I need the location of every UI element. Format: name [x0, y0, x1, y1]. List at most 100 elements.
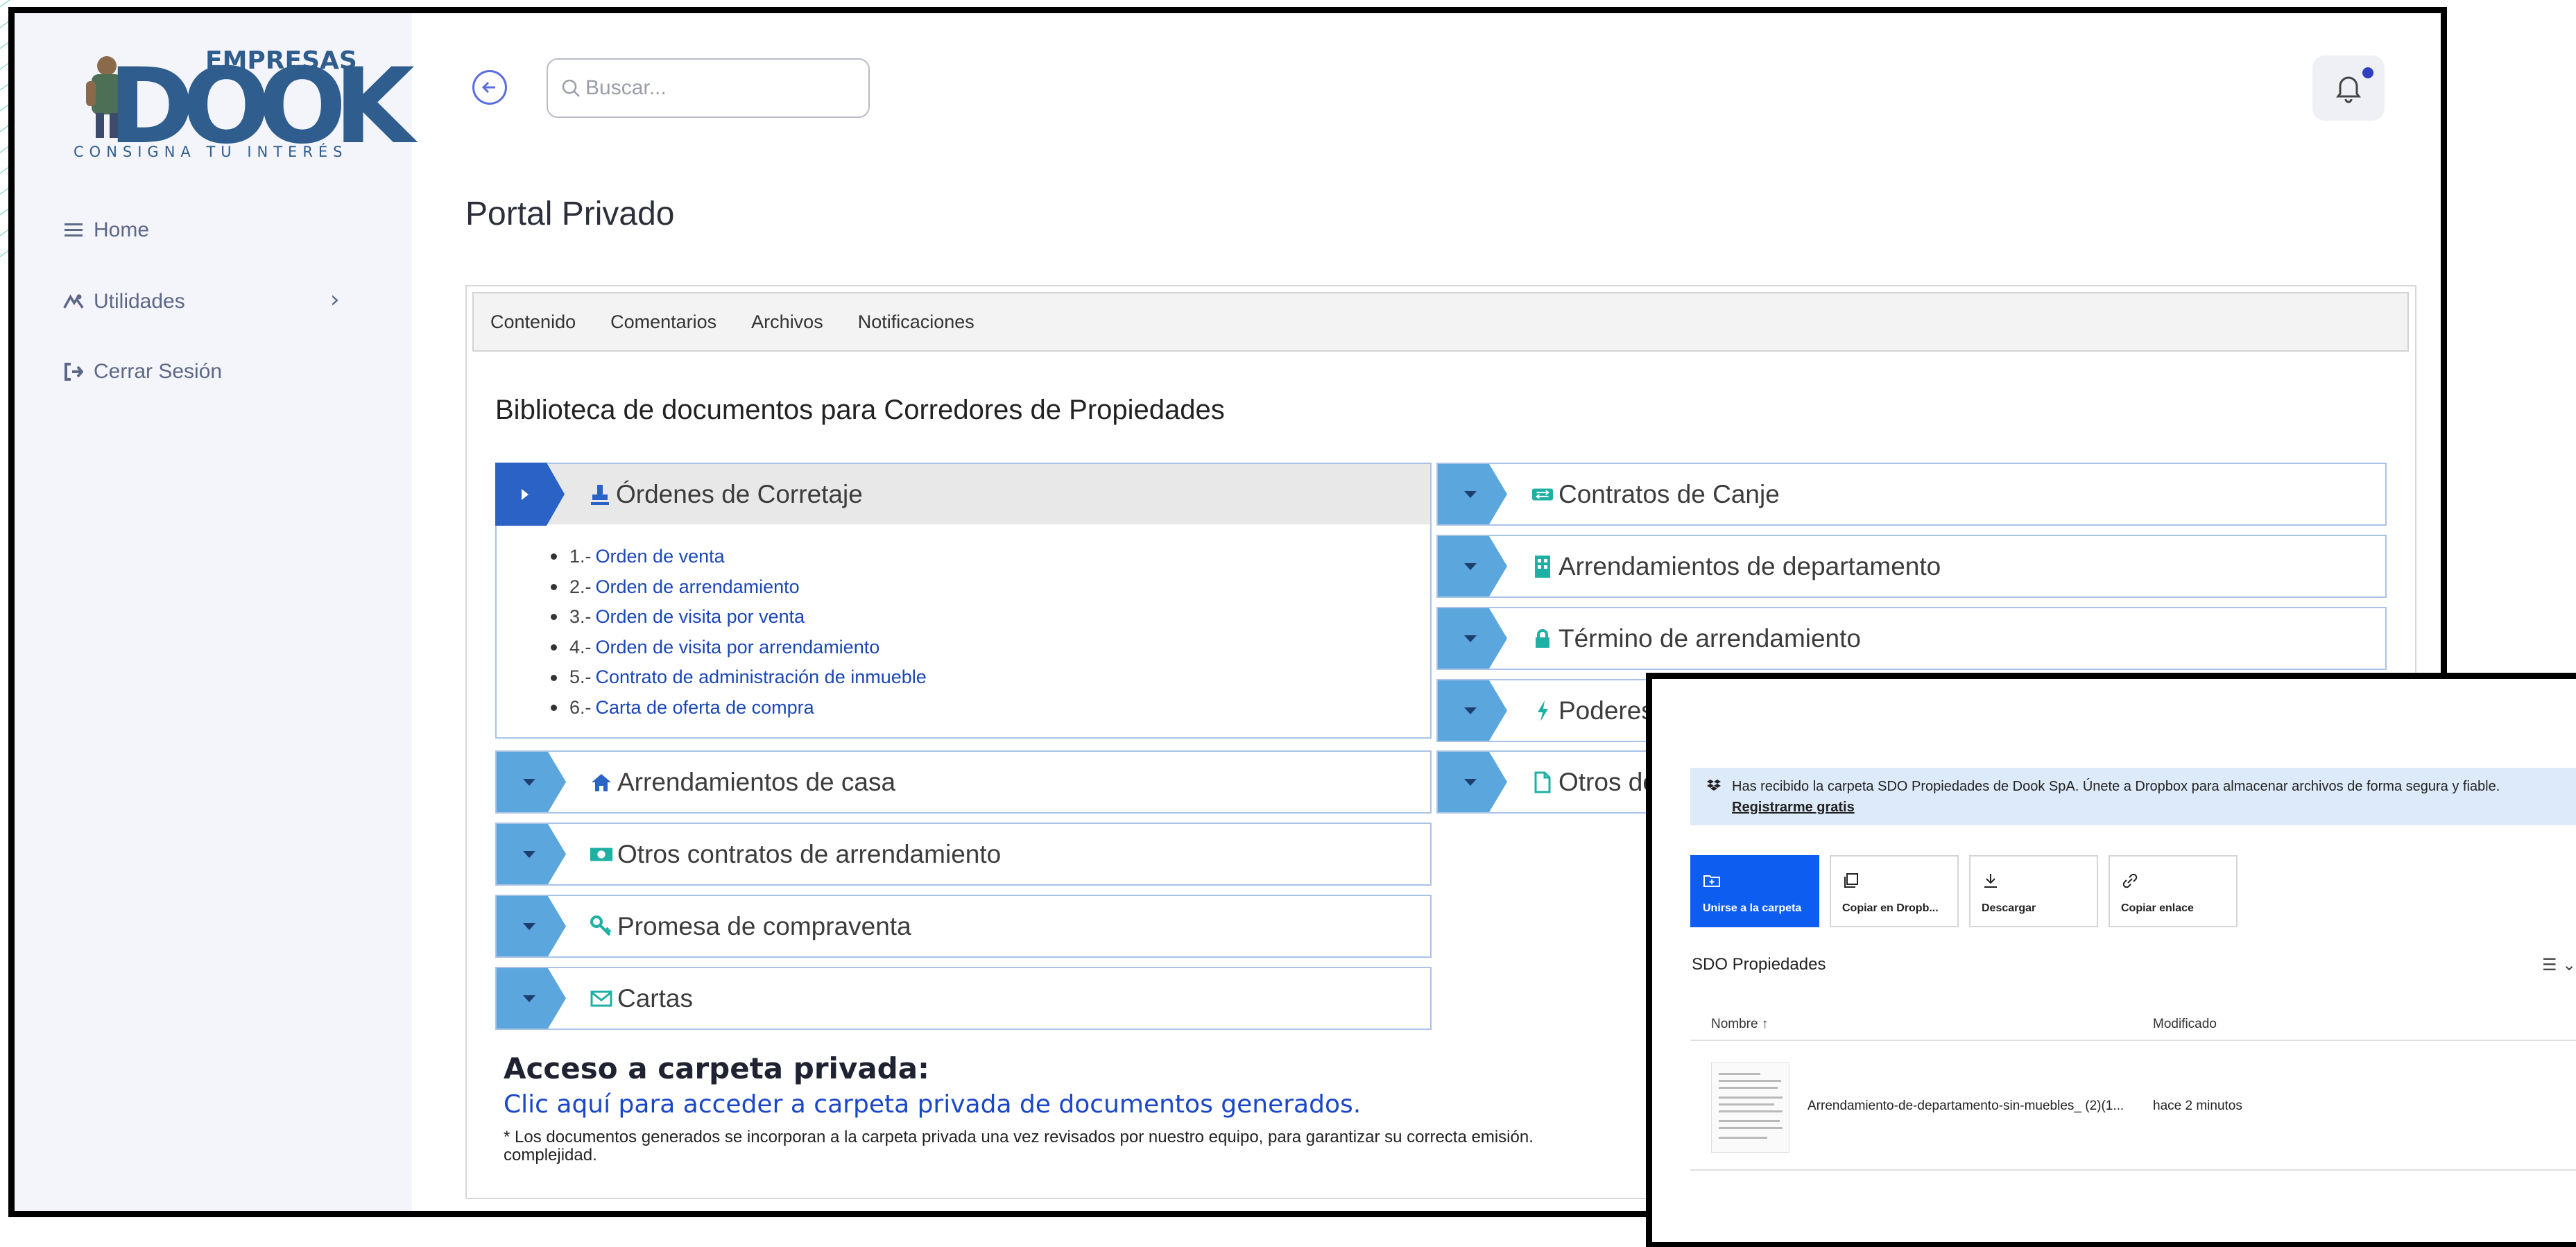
- caret-down-icon: [523, 778, 535, 786]
- divider: [1690, 1040, 2576, 1041]
- sidebar-item-home[interactable]: Home: [63, 218, 149, 242]
- envelope-icon: [590, 987, 613, 1011]
- tab-archivos[interactable]: Archivos: [751, 311, 823, 333]
- accordion-arrendamientos-departamento[interactable]: Arrendamientos de departamento: [1436, 535, 2387, 598]
- copy-link-button[interactable]: Copiar enlace: [2109, 855, 2238, 927]
- accordion-otros-contratos[interactable]: Otros contratos de arrendamiento: [495, 823, 1432, 886]
- folder-name: SDO Propiedades: [1692, 955, 1826, 974]
- list-item: 2.- Orden de arrendamiento: [551, 572, 927, 603]
- file-icon: [1531, 771, 1554, 794]
- accordion-toggle[interactable]: [1438, 680, 1507, 741]
- search-input[interactable]: [585, 76, 849, 100]
- lock-icon: [1531, 627, 1554, 651]
- file-name[interactable]: Arrendamiento-de-departamento-sin-mueble…: [1808, 1099, 2124, 1114]
- download-button[interactable]: Descargar: [1969, 855, 2098, 927]
- button-label: Copiar enlace: [2121, 902, 2194, 914]
- logo[interactable]: EMPRESAS DOOK CONSIGNA TU INTERÉS: [74, 40, 415, 178]
- back-button[interactable]: [472, 70, 507, 105]
- dropbox-banner: Has recibido la carpeta SDO Propiedades …: [1690, 768, 2576, 825]
- file-modified: hace 2 minutos: [2153, 1099, 2242, 1113]
- accordion-label: Arrendamientos de casa: [617, 767, 896, 796]
- list-item: 4.- Orden de visita por arrendamiento: [551, 633, 927, 663]
- list-item: 5.- Contrato de administración de inmuebl…: [551, 662, 927, 693]
- sidebar-item-label: Cerrar Sesión: [94, 360, 223, 383]
- notifications-button[interactable]: [2312, 55, 2385, 121]
- accordion-cartas[interactable]: Cartas: [495, 967, 1432, 1030]
- accordion-label: Contratos de Canje: [1559, 479, 1780, 508]
- button-label: Unirse a la carpeta: [1703, 902, 1802, 914]
- accordion-toggle[interactable]: [1438, 536, 1507, 596]
- accordion-label: Poderes: [1559, 696, 1654, 725]
- search-box[interactable]: [547, 58, 870, 118]
- link-icon: [2122, 873, 2138, 888]
- accordion-label: Otros do: [1559, 767, 1657, 796]
- tab-contenido[interactable]: Contenido: [490, 311, 576, 333]
- accordion-ordenes-corretaje[interactable]: Órdenes de Corretaje: [495, 463, 1432, 526]
- register-link[interactable]: Registrarme gratis: [1732, 800, 1855, 816]
- chevron-right-icon[interactable]: ›: [330, 286, 340, 313]
- accordion-toggle[interactable]: [1438, 752, 1507, 812]
- accordion-toggle[interactable]: [1438, 464, 1507, 524]
- caret-down-icon: [1464, 635, 1477, 642]
- document-link[interactable]: Contrato de administración de inmueble: [596, 662, 927, 693]
- accordion-toggle[interactable]: [1438, 608, 1507, 669]
- accordion-label: Otros contratos de arrendamiento: [617, 839, 1002, 868]
- document-link[interactable]: Orden de visita por venta: [596, 602, 805, 633]
- dropbox-window: Has recibido la carpeta SDO Propiedades …: [1646, 673, 2576, 1247]
- accordion-label: Promesa de compraventa: [617, 911, 911, 940]
- copy-to-dropbox-button[interactable]: Copiar en Dropb...: [1830, 855, 1959, 927]
- divider: [1690, 1169, 2576, 1171]
- caret-down-icon: [523, 995, 535, 1002]
- accordion-toggle[interactable]: [495, 463, 565, 526]
- column-header-modified[interactable]: Modificado: [2153, 1017, 2217, 1032]
- accordion-toggle[interactable]: [497, 968, 566, 1029]
- accordion-contratos-canje[interactable]: Contratos de Canje: [1436, 463, 2387, 526]
- folder-plus-icon: [1703, 875, 1720, 887]
- tools-icon: [63, 291, 84, 312]
- sidebar-item-utilidades[interactable]: Utilidades: [63, 290, 185, 313]
- list-item: 6.- Carta de oferta de compra: [551, 693, 927, 723]
- view-toggle[interactable]: ☰ ⌄: [2542, 955, 2576, 974]
- sign-out-icon: [63, 361, 84, 382]
- document-list: 1.- Orden de venta 2.- Orden de arrendamie…: [551, 542, 927, 723]
- accordion-arrendamientos-casa[interactable]: Arrendamientos de casa: [495, 750, 1432, 814]
- sidebar-item-cerrar-sesion[interactable]: Cerrar Sesión: [63, 360, 222, 384]
- tab-comentarios[interactable]: Comentarios: [610, 311, 716, 333]
- dropbox-icon: [1707, 780, 1721, 791]
- sidebar: EMPRESAS DOOK CONSIGNA TU INTERÉS Home U…: [15, 13, 415, 1211]
- note-line: * Los documentos generados se incorporan…: [504, 1128, 1534, 1146]
- download-icon: [1984, 874, 1997, 888]
- private-folder-link[interactable]: Clic aquí para acceder a carpeta privada…: [504, 1090, 1361, 1119]
- search-icon: [562, 79, 580, 97]
- accordion-promesa-compraventa[interactable]: Promesa de compraventa: [495, 895, 1432, 958]
- column-header-name[interactable]: Nombre ↑: [1711, 1017, 1768, 1032]
- join-folder-button[interactable]: Unirse a la carpeta: [1690, 855, 1819, 927]
- accordion-label: Término de arrendamiento: [1559, 624, 1861, 653]
- copy-icon: [1844, 873, 1858, 888]
- building-icon: [1531, 555, 1554, 578]
- exchange-icon: [1531, 483, 1554, 506]
- arrow-left-icon: [481, 81, 495, 94]
- stamp-icon: [588, 483, 612, 506]
- caret-right-icon: [522, 488, 529, 500]
- document-link[interactable]: Orden de arrendamiento: [596, 572, 800, 603]
- document-link[interactable]: Carta de oferta de compra: [596, 693, 814, 723]
- key-icon: [590, 915, 613, 938]
- caret-down-icon: [1464, 707, 1477, 714]
- caret-down-icon: [1464, 490, 1477, 498]
- accordion-termino-arrendamiento[interactable]: Término de arrendamiento: [1436, 607, 2387, 670]
- accordion-label: Cartas: [617, 983, 693, 1013]
- accordion-toggle[interactable]: [497, 824, 566, 884]
- banner-message: Has recibido la carpeta SDO Propiedades …: [1732, 779, 2500, 794]
- button-label: Copiar en Dropb...: [1842, 902, 1939, 914]
- document-link[interactable]: Orden de visita por arrendamiento: [596, 633, 880, 663]
- file-thumbnail[interactable]: [1711, 1063, 1789, 1153]
- list-item: 3.- Orden de visita por venta: [551, 602, 927, 633]
- accordion-toggle[interactable]: [497, 896, 566, 956]
- tab-bar: Contenido Comentarios Archivos Notificac…: [472, 292, 2409, 352]
- sidebar-item-label: Home: [94, 218, 150, 241]
- caret-down-icon: [523, 922, 535, 930]
- document-link[interactable]: Orden de venta: [596, 542, 725, 572]
- accordion-toggle[interactable]: [497, 752, 566, 812]
- tab-notificaciones[interactable]: Notificaciones: [858, 311, 974, 333]
